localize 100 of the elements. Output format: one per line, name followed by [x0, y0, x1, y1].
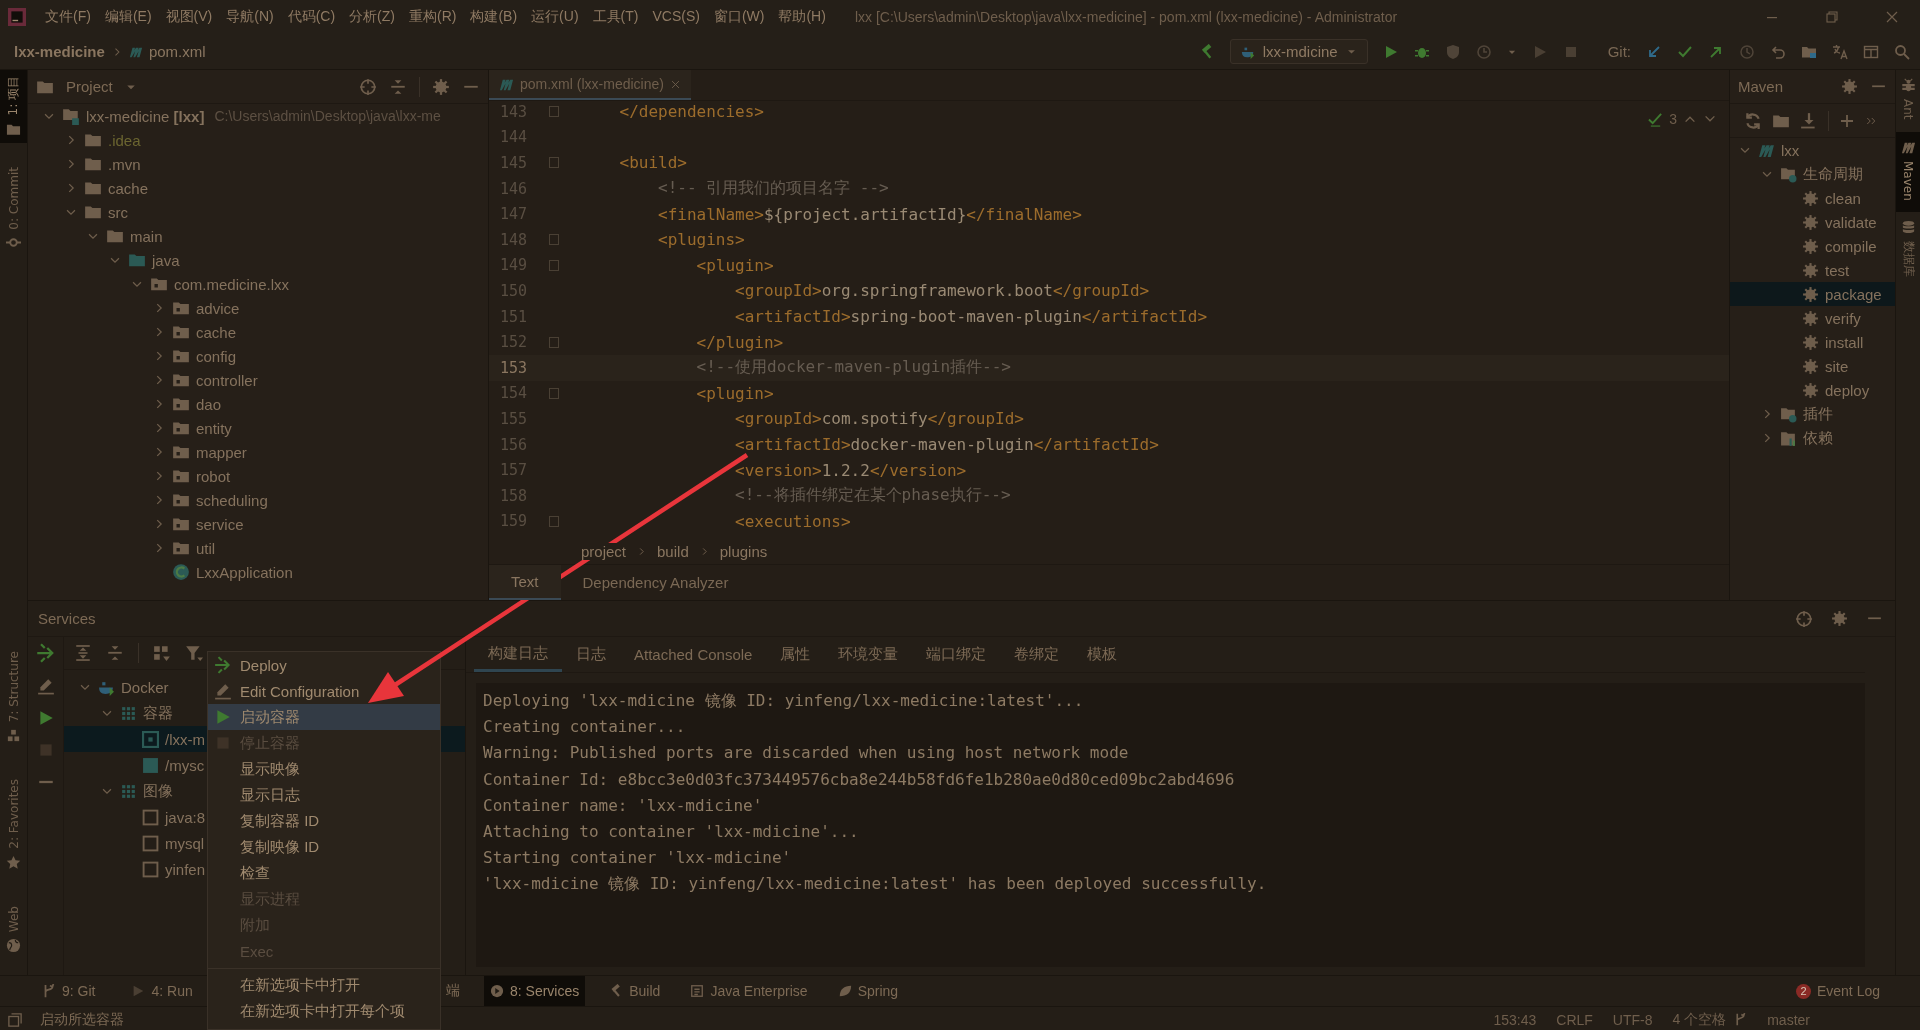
service-tree-item[interactable]: mysql — [165, 834, 205, 852]
menu-item[interactable]: 构建(B) — [463, 8, 525, 26]
tool-window-button[interactable]: Web — [0, 899, 27, 959]
download-icon[interactable] — [1800, 111, 1818, 130]
tree-item[interactable]: scheduling — [196, 491, 268, 509]
tool-window-button[interactable]: 0: Commit — [0, 160, 27, 257]
fold-marker[interactable] — [549, 515, 559, 527]
tree-item[interactable]: cache — [196, 323, 237, 341]
gear-icon[interactable] — [432, 77, 450, 96]
menu-item[interactable]: 启动容器 — [208, 704, 440, 730]
breadcrumb-item[interactable]: lxx-medicine — [14, 43, 105, 60]
console-tab[interactable]: 日志 — [562, 637, 620, 672]
breadcrumb-item[interactable]: project — [581, 542, 627, 560]
tool-window-tab[interactable]: Build — [603, 976, 667, 1006]
maven-tree-item[interactable]: clean — [1825, 189, 1861, 207]
arrow-down-left-icon[interactable] — [1646, 43, 1662, 60]
service-tree-item[interactable]: 图像 — [143, 781, 173, 801]
gear-icon[interactable] — [1831, 610, 1848, 627]
close-window-icon[interactable] — [1884, 9, 1900, 25]
menu-item[interactable]: 代码(C) — [280, 8, 343, 26]
maven-tree-item[interactable]: 生命周期 — [1803, 164, 1863, 184]
window-layout-icon[interactable] — [1863, 43, 1879, 60]
menu-item[interactable]: VCS(S) — [645, 8, 707, 26]
maven-tree-item[interactable]: compile — [1825, 237, 1877, 255]
service-tree-item[interactable]: /lxx-m — [165, 730, 205, 748]
editor-tab[interactable]: pom.xml (lxx-medicine) — [489, 70, 691, 100]
menu-item[interactable]: 分析(Z) — [342, 8, 402, 26]
run-configuration-dropdown[interactable]: lxx-mdicine — [1229, 39, 1368, 64]
tool-window-tab[interactable]: 9: Git — [36, 976, 102, 1006]
undo-icon[interactable] — [1770, 43, 1786, 60]
tool-window-button[interactable]: 数据库 — [1896, 212, 1920, 290]
maven-tree-item[interactable]: deploy — [1825, 381, 1870, 399]
menu-item[interactable]: 工具(T) — [585, 8, 646, 26]
menu-item[interactable]: 在新选项卡中打开 — [208, 972, 440, 998]
menu-item[interactable]: 检查 — [208, 860, 440, 886]
menu-item[interactable]: 文件(F) — [38, 8, 98, 26]
status-item[interactable]: 4 个空格 — [1672, 1010, 1727, 1029]
console-tab[interactable]: 环境变量 — [824, 637, 913, 672]
tree-item[interactable]: service — [196, 515, 244, 533]
tool-window-tab[interactable]: Java Enterprise — [684, 976, 814, 1006]
panel-title-dropdown[interactable]: Project — [66, 78, 113, 95]
menu-item[interactable]: 导航(N) — [219, 8, 281, 26]
gear-icon[interactable] — [1841, 78, 1858, 95]
coverage-icon[interactable] — [1444, 43, 1461, 60]
menu-item[interactable]: Edit Configuration — [208, 678, 440, 704]
menu-item[interactable]: 在新选项卡中打开每个项 — [208, 998, 440, 1024]
group-by-icon[interactable] — [153, 644, 171, 662]
tool-window-tab[interactable]: 4: Run — [125, 976, 199, 1006]
tree-item[interactable]: com.medicine.lxx — [174, 275, 290, 293]
history-icon[interactable] — [1739, 43, 1755, 60]
tree-item[interactable]: robot — [196, 467, 231, 485]
console-tab[interactable]: 属性 — [766, 637, 825, 672]
deploy-arrow-icon[interactable] — [35, 643, 56, 663]
tree-item[interactable]: main — [130, 227, 163, 245]
restore-window-icon[interactable] — [1824, 9, 1840, 25]
tree-item[interactable]: controller — [196, 371, 258, 389]
tool-window-tab[interactable]: 8: Services — [484, 976, 586, 1006]
fold-marker[interactable] — [549, 157, 559, 169]
service-tree-item[interactable]: /mysc — [165, 756, 205, 774]
maven-tree-item[interactable]: 插件 — [1803, 404, 1833, 424]
menu-item[interactable]: 编辑(E) — [97, 8, 159, 26]
maven-tree-item[interactable]: lxx — [1781, 141, 1800, 159]
tree-item[interactable]: .idea — [108, 131, 141, 149]
status-item[interactable]: UTF-8 — [1612, 1011, 1653, 1028]
collapse-all-icon[interactable] — [106, 644, 124, 662]
maven-tree-item[interactable]: verify — [1825, 309, 1861, 327]
status-item[interactable]: master — [1767, 1011, 1810, 1028]
console-tab[interactable]: 模板 — [1073, 637, 1132, 672]
add-icon[interactable] — [1839, 112, 1855, 129]
tool-window-tab[interactable]: 端 — [440, 976, 466, 1006]
maven-tree-item[interactable]: site — [1825, 357, 1849, 375]
tree-item[interactable]: dao — [196, 395, 222, 413]
tool-window-button[interactable]: Maven — [1896, 131, 1920, 213]
menu-item[interactable]: 视图(V) — [158, 8, 220, 26]
console-tab[interactable]: Attached Console — [620, 637, 767, 672]
maven-tree-item[interactable]: 依赖 — [1803, 428, 1833, 448]
refresh-icon[interactable] — [1744, 111, 1762, 130]
breadcrumb-item[interactable]: pom.xml — [148, 43, 206, 60]
tree-item[interactable]: lxx-medicine [lxx] — [86, 107, 205, 125]
tree-item[interactable]: .mvn — [108, 155, 141, 173]
fold-marker[interactable] — [549, 259, 559, 271]
tree-item[interactable]: mapper — [196, 443, 247, 461]
fold-marker[interactable] — [549, 106, 559, 118]
problem-count[interactable]: 3 — [1669, 111, 1677, 127]
expand-all-icon[interactable] — [74, 644, 92, 662]
tree-item[interactable]: java — [152, 251, 180, 269]
pencil-icon[interactable] — [36, 677, 55, 695]
tool-window-button[interactable]: 7: Structure — [0, 644, 27, 750]
target-icon[interactable] — [359, 77, 377, 96]
status-item[interactable]: CRLF — [1556, 1011, 1593, 1028]
tree-item[interactable]: src — [108, 203, 128, 221]
search-icon[interactable] — [1894, 43, 1910, 60]
tool-window-button[interactable]: 2: Favorites — [0, 773, 27, 876]
tree-item[interactable]: LxxApplication — [196, 563, 293, 581]
tool-window-button[interactable]: 1: 项目 — [0, 70, 27, 143]
menu-item[interactable]: 显示日志 — [208, 782, 440, 808]
tree-item[interactable]: entity — [196, 419, 232, 437]
tree-item[interactable]: config — [196, 347, 237, 365]
service-tree-item[interactable]: Docker — [121, 678, 169, 696]
tool-window-tab[interactable]: Spring — [831, 976, 905, 1006]
